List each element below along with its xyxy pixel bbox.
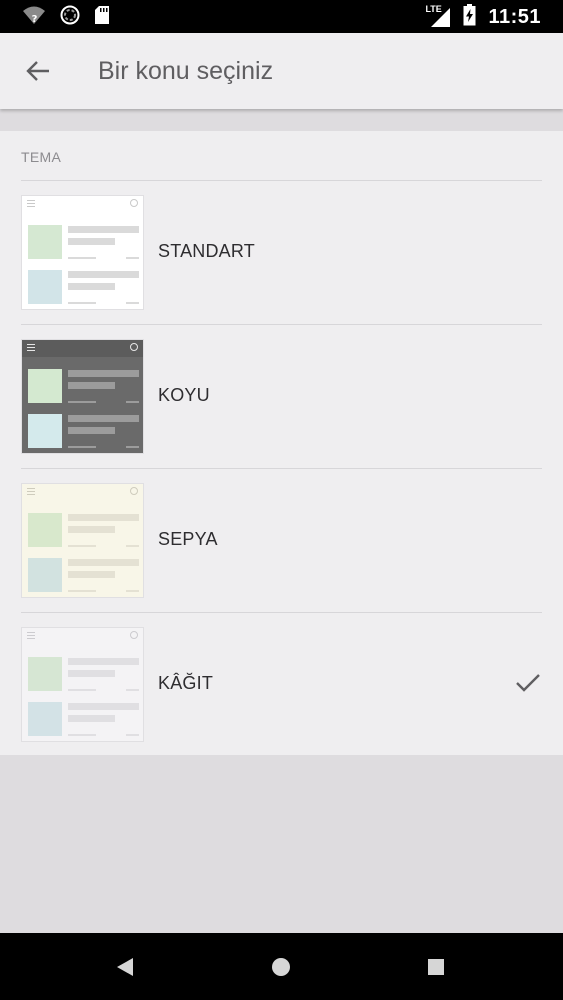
back-triangle-icon (117, 958, 133, 976)
gear-icon (130, 487, 138, 495)
menu-icon (27, 632, 35, 639)
preview-meta-line (126, 401, 139, 403)
home-circle-icon (272, 958, 290, 976)
preview-header (22, 196, 143, 213)
checkmark-icon (516, 674, 540, 692)
preview-meta-line (68, 734, 96, 736)
preview-image (28, 270, 62, 304)
wifi-unknown-icon: ? (22, 5, 46, 30)
preview-meta-line (68, 257, 96, 259)
theme-preview-thumbnail (21, 339, 144, 454)
preview-image (28, 414, 62, 448)
preview-image (28, 369, 62, 403)
sd-card-icon (94, 5, 110, 30)
section-label: TEMA (21, 149, 62, 165)
preview-text-line (68, 271, 139, 278)
theme-preview-thumbnail (21, 195, 144, 310)
theme-label: KOYU (158, 385, 210, 405)
page-title: Bir konu seçiniz (98, 57, 274, 85)
gear-icon (130, 199, 138, 207)
preview-meta-line (126, 590, 139, 592)
status-bar: ? LTE 11:51 (0, 0, 563, 33)
preview-image (28, 225, 62, 259)
preview-image (28, 513, 62, 547)
app-bar: Bir konu seçiniz (0, 33, 563, 109)
theme-option[interactable]: KOYU (0, 325, 563, 469)
preview-meta-line (68, 401, 96, 403)
sync-icon (60, 5, 80, 30)
preview-meta-line (126, 446, 139, 448)
nav-recents-button[interactable] (422, 953, 450, 981)
back-button[interactable] (22, 57, 54, 85)
lte-signal-icon: LTE (425, 4, 451, 28)
preview-text-line (68, 571, 115, 578)
preview-text-line (68, 283, 115, 290)
preview-text-line (68, 226, 139, 233)
menu-icon (27, 344, 35, 351)
nav-home-button[interactable] (267, 953, 295, 981)
preview-meta-line (68, 302, 96, 304)
preview-meta-line (68, 689, 96, 691)
preview-text-line (68, 670, 115, 677)
theme-label: KÂĞIT (158, 673, 214, 693)
theme-preview-thumbnail (21, 483, 144, 598)
preview-meta-line (68, 446, 96, 448)
preview-text-line (68, 238, 115, 245)
theme-label: SEPYA (158, 529, 218, 549)
navigation-bar (0, 933, 563, 1000)
battery-charging-icon (463, 3, 476, 31)
menu-icon (27, 200, 35, 207)
preview-meta-line (126, 302, 139, 304)
preview-header (22, 484, 143, 501)
theme-label: STANDART (158, 241, 255, 261)
theme-preview-thumbnail (21, 627, 144, 742)
preview-meta-line (68, 590, 96, 592)
preview-text-line (68, 514, 139, 521)
preview-text-line (68, 526, 115, 533)
preview-header (22, 628, 143, 645)
menu-icon (27, 488, 35, 495)
preview-text-line (68, 427, 115, 434)
preview-text-line (68, 370, 139, 377)
preview-text-line (68, 715, 115, 722)
preview-meta-line (126, 734, 139, 736)
preview-text-line (68, 382, 115, 389)
preview-image (28, 702, 62, 736)
gear-icon (130, 343, 138, 351)
preview-image (28, 657, 62, 691)
theme-option[interactable]: SEPYA (0, 469, 563, 613)
preview-text-line (68, 415, 139, 422)
preview-header (22, 340, 143, 357)
preview-text-line (68, 703, 139, 710)
theme-list-panel: TEMA STANDART KOYU SEPYA KÂĞIT (0, 131, 563, 755)
preview-meta-line (126, 689, 139, 691)
preview-meta-line (68, 545, 96, 547)
preview-text-line (68, 559, 139, 566)
preview-meta-line (126, 257, 139, 259)
preview-image (28, 558, 62, 592)
recents-square-icon (428, 959, 444, 975)
svg-text:?: ? (32, 14, 38, 25)
nav-back-button[interactable] (111, 953, 139, 981)
gear-icon (130, 631, 138, 639)
clock: 11:51 (488, 5, 541, 28)
preview-text-line (68, 658, 139, 665)
arrow-back-icon (26, 61, 49, 81)
theme-option[interactable]: KÂĞIT (0, 613, 563, 757)
theme-option[interactable]: STANDART (0, 181, 563, 325)
preview-meta-line (126, 545, 139, 547)
